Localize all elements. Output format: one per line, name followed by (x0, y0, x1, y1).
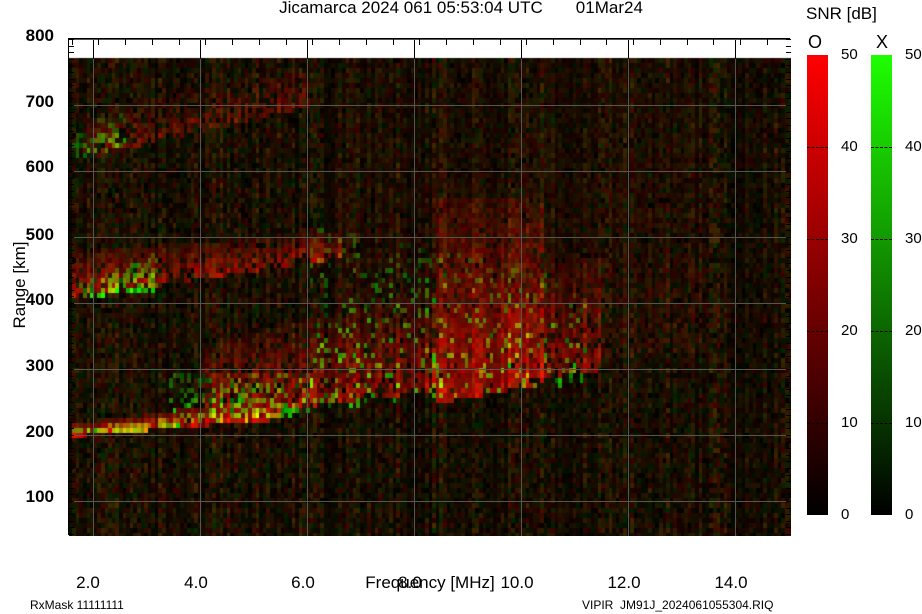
x-colorbar-tick: 40 (905, 138, 922, 155)
o-colorbar-tick: 20 (841, 322, 858, 339)
colorbar-title: SNR [dB] (806, 4, 877, 23)
y-tick: 700 (25, 92, 54, 111)
y-tick: 300 (25, 356, 54, 375)
colorbar-dash (871, 147, 892, 148)
grid-overlay (69, 39, 791, 536)
colorbar-dash (807, 423, 828, 424)
plot-area (68, 38, 791, 536)
o-mode-label: O (808, 32, 823, 52)
x-colorbar (871, 55, 892, 515)
y-tick: 500 (25, 225, 54, 244)
x-colorbar-tick: 30 (905, 230, 922, 247)
colorbar-dash (807, 239, 828, 240)
o-colorbar-tick: 0 (841, 506, 850, 523)
o-colorbar-tick: 50 (841, 46, 858, 63)
colorbar-dash (871, 331, 892, 332)
colorbar-dash (807, 147, 828, 148)
x-colorbar-tick: 20 (905, 322, 922, 339)
title-date: 01Mar24 (575, 0, 643, 17)
x-axis-label: Frequency [MHz] (365, 573, 495, 592)
colorbar-dash (807, 331, 828, 332)
o-colorbar (807, 55, 828, 515)
o-colorbar-tick: 30 (841, 230, 858, 247)
colorbar-dash (871, 423, 892, 424)
y-tick: 200 (25, 422, 54, 441)
colorbar-dash (871, 239, 892, 240)
y-axis-label: Range [km] (10, 241, 29, 329)
file-label: VIPIR JM91J_2024061055304.RIQ (582, 598, 774, 612)
y-tick: 400 (25, 290, 54, 309)
x-mode-label: X (876, 32, 889, 52)
y-tick: 600 (25, 157, 54, 176)
chart-title: Jicamarca 2024 061 05:53:04 UTC 01Mar24 (0, 0, 922, 18)
o-colorbar-tick: 10 (841, 414, 858, 431)
x-colorbar-tick: 50 (905, 46, 922, 63)
ionogram-figure: Jicamarca 2024 061 05:53:04 UTC 01Mar24 … (0, 0, 922, 614)
x-colorbar-tick: 10 (905, 414, 922, 431)
y-tick: 100 (25, 487, 54, 506)
title-text: Jicamarca 2024 061 05:53:04 UTC (279, 0, 543, 17)
y-tick: 800 (25, 26, 54, 45)
x-colorbar-tick: 0 (905, 506, 914, 523)
o-colorbar-tick: 40 (841, 138, 858, 155)
rxmask-label: RxMask 11111111 (30, 598, 124, 612)
